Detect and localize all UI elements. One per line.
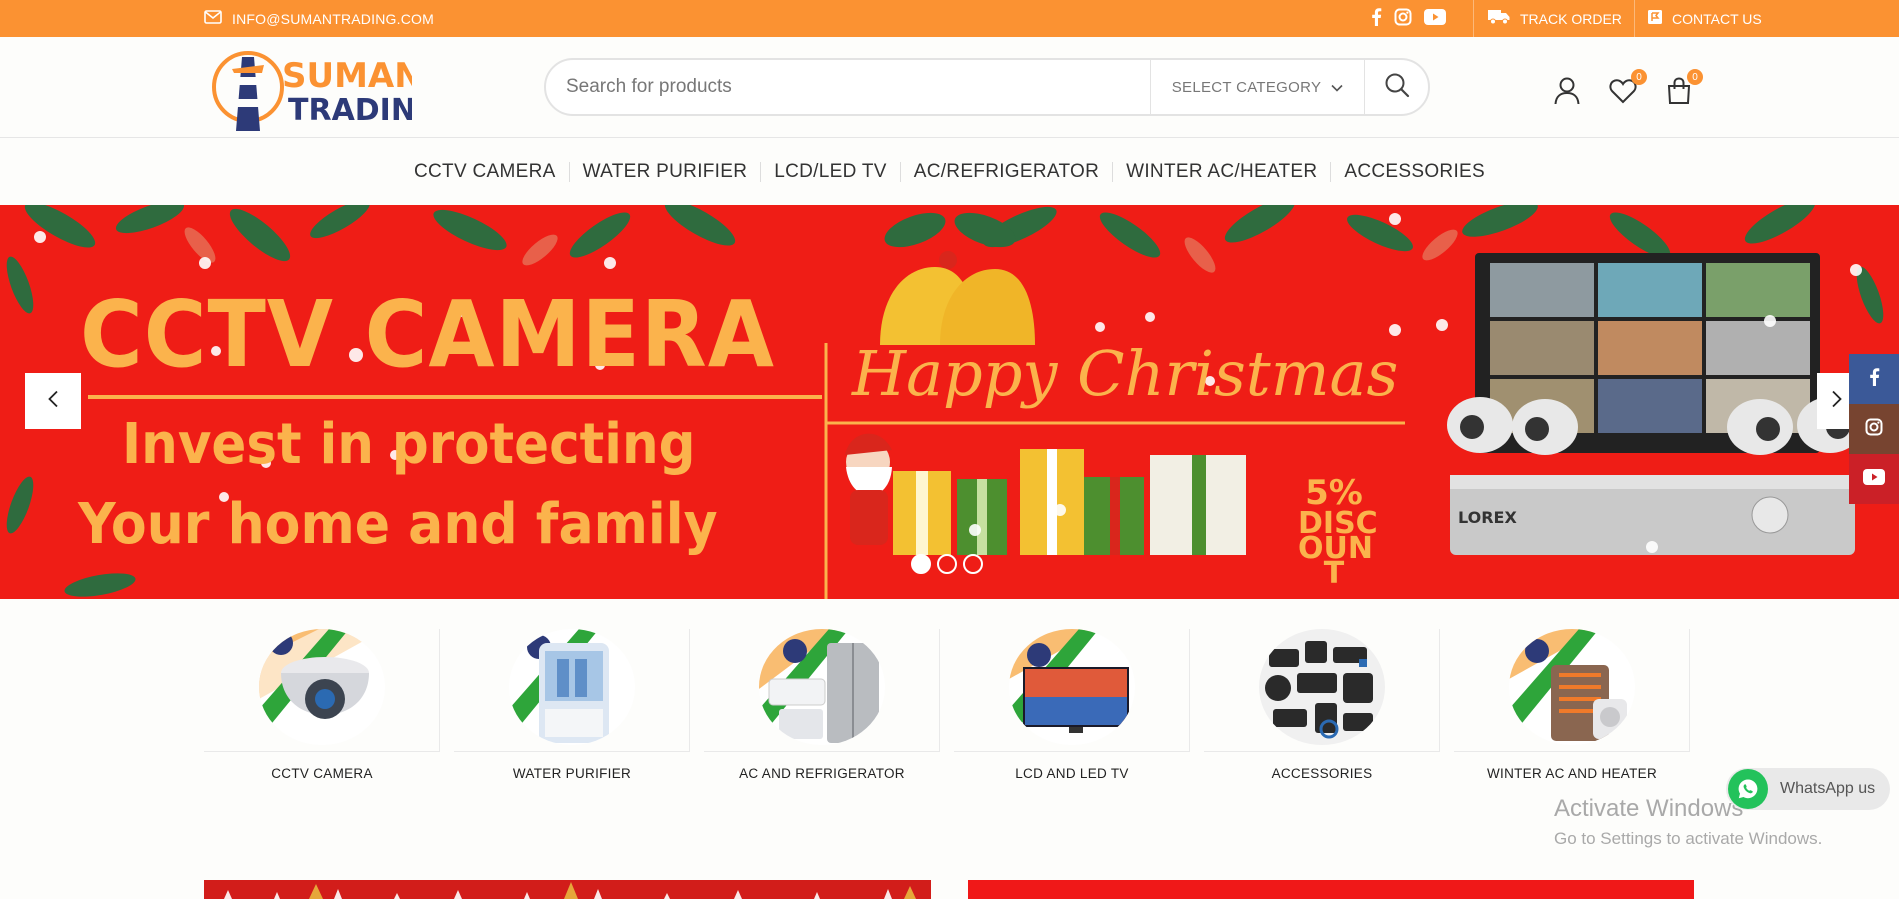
track-order-link[interactable]: TRACK ORDER [1488,0,1622,37]
instagram-share-button[interactable] [1849,404,1899,454]
category-select[interactable]: SELECT CATEGORY [1150,60,1364,114]
top-social-links [1370,0,1446,37]
category-select-label: SELECT CATEGORY [1171,78,1322,96]
category-image-box [454,629,690,752]
whatsapp-label: WhatsApp us [1780,780,1876,797]
category-card[interactable]: WINTER AC AND HEATER [1454,629,1690,781]
hero-discount: 5% DISC OUN T [1298,475,1378,589]
water-purifier-image [508,629,635,745]
category-grid: CCTV CAMERA WATER PURIFIER AC AND REFRIG… [204,629,1694,781]
hero-brand-logo: LOREX [1458,508,1517,527]
category-label: CCTV CAMERA [271,766,373,781]
truck-icon [1488,9,1510,28]
floating-social-bar [1849,354,1899,504]
contact-us-link[interactable]: CONTACT US [1648,0,1762,37]
facebook-icon[interactable] [1370,8,1382,29]
whatsapp-icon [1728,769,1768,809]
youtube-icon [1863,468,1885,490]
ac-refrigerator-image [758,629,885,745]
contact-email-text: INFO@SUMANTRADING.COM [232,10,434,27]
slider-dot[interactable] [911,554,931,574]
cctv-camera-image [258,629,385,745]
site-logo[interactable]: SUMAN TRADING [212,47,441,133]
promo-banner-right[interactable] [968,880,1694,899]
slider-dot[interactable] [937,554,957,574]
top-bar: INFO@SUMANTRADING.COM TRACK ORDER CONTAC… [0,0,1899,37]
contact-us-label: CONTACT US [1672,10,1762,27]
nav-item-cctv-camera[interactable]: CCTV CAMERA [401,161,569,182]
chevron-right-icon [1831,390,1843,413]
chevron-down-icon [1331,79,1343,96]
nav-item-accessories[interactable]: ACCESSORIES [1330,161,1498,182]
logo-text-suman: SUMAN [282,56,412,96]
contact-email[interactable]: INFO@SUMANTRADING.COM [204,0,434,37]
nav-item-ac-refrigerator[interactable]: AC/REFRIGERATOR [899,161,1112,182]
slider-dot[interactable] [963,554,983,574]
accessories-image [1258,629,1385,745]
instagram-icon[interactable] [1394,8,1412,29]
logo-text-trading: TRADING [288,93,412,128]
search-bar: SELECT CATEGORY [544,58,1430,116]
cart-icon[interactable]: 0 [1664,69,1703,106]
hero-line-3: Your home and family [78,492,718,557]
category-label: LCD AND LED TV [1015,766,1129,781]
wishlist-icon[interactable]: 0 [1608,69,1647,106]
hero-slider: LOREX CCTV CAMERA Invest in protecting Y [0,205,1899,599]
header-icons: 0 0 [1552,69,1703,111]
divider [1634,0,1635,37]
divider [1473,0,1474,37]
account-icon[interactable] [1552,76,1582,106]
nav-item-lcd-led-tv[interactable]: LCD/LED TV [760,161,899,182]
main-nav: CCTV CAMERA WATER PURIFIER LCD/LED TV AC… [0,138,1899,205]
youtube-icon[interactable] [1424,9,1446,28]
category-image-box [1454,629,1690,752]
search-input[interactable] [546,60,1150,114]
slider-pagination [911,554,983,574]
category-card[interactable]: LCD AND LED TV [954,629,1190,781]
category-image-box [204,629,440,752]
facebook-share-button[interactable] [1849,354,1899,404]
category-label: AC AND REFRIGERATOR [739,766,905,781]
category-card[interactable]: AC AND REFRIGERATOR [704,629,940,781]
nav-item-water-purifier[interactable]: WATER PURIFIER [568,161,761,182]
whatsapp-chat-button[interactable]: WhatsApp us [1726,768,1890,810]
facebook-icon [1868,367,1880,392]
hero-line-2: Invest in protecting [122,412,696,477]
lcd-led-tv-image [1008,629,1135,745]
category-card[interactable]: WATER PURIFIER [454,629,690,781]
watermark-subtitle: Go to Settings to activate Windows. [1554,829,1823,848]
category-label: WATER PURIFIER [512,766,632,781]
category-card[interactable]: CCTV CAMERA [204,629,440,781]
category-image-box [954,629,1190,752]
contact-icon [1648,10,1662,27]
nav-item-winter-ac-heater[interactable]: WINTER AC/HEATER [1112,161,1330,182]
category-image-box [704,629,940,752]
track-order-label: TRACK ORDER [1520,10,1622,27]
search-button[interactable] [1364,60,1428,114]
slider-prev-button[interactable] [25,373,81,429]
wishlist-count-badge: 0 [1631,69,1647,85]
category-card[interactable]: ACCESSORIES [1204,629,1440,781]
category-image-box [1204,629,1440,752]
youtube-share-button[interactable] [1849,454,1899,504]
category-label: ACCESSORIES [1271,766,1373,781]
winter-ac-heater-image [1508,629,1635,745]
hero-title: CCTV CAMERA [80,281,775,388]
search-icon [1384,72,1410,103]
promo-banner-left[interactable] [204,880,931,899]
mail-icon [204,10,222,27]
category-label: WINTER AC AND HEATER [1486,766,1658,781]
hero-greeting: Happy Christmas [852,337,1399,410]
cart-count-badge: 0 [1687,69,1703,85]
site-header: SUMAN TRADING SELECT CATEGORY 0 0 [0,37,1899,138]
chevron-left-icon [47,390,59,413]
instagram-icon [1865,418,1883,441]
